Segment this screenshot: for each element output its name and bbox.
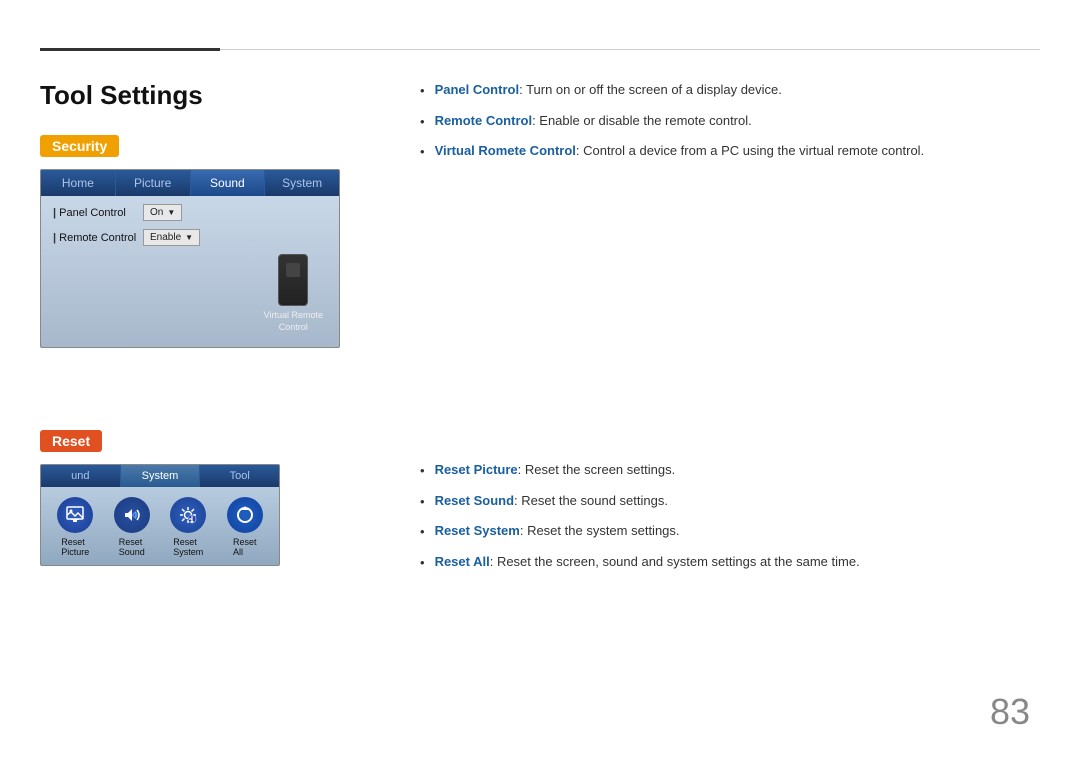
bullet-reset-sound-text: Reset Sound: Reset the sound settings. xyxy=(435,491,668,511)
virtual-remote-section: Virtual RemoteControl xyxy=(260,254,327,339)
bullet-virtual-remote-text: Virtual Romete Control: Control a device… xyxy=(435,141,925,161)
tv-reset-system[interactable]: ResetSystem xyxy=(170,497,206,557)
all-svg xyxy=(235,505,255,525)
reset-sound-link: Reset Sound xyxy=(435,493,514,508)
tv-nav-reset: und System Tool xyxy=(41,465,279,487)
tv-nav-picture[interactable]: Picture xyxy=(116,170,191,196)
bullet-reset-system-text: Reset System: Reset the system settings. xyxy=(435,521,680,541)
reset-all-label: ResetAll xyxy=(233,537,257,557)
right-reset-section: Reset Picture: Reset the screen settings… xyxy=(420,460,1040,582)
tv-nav-und[interactable]: und xyxy=(41,465,121,487)
top-line-dark xyxy=(40,48,220,51)
top-line-light xyxy=(220,49,1040,50)
remote-control-label: Remote Control xyxy=(53,232,143,244)
bullet-reset-all: Reset All: Reset the screen, sound and s… xyxy=(420,552,1040,573)
right-column-security: Panel Control: Turn on or off the screen… xyxy=(420,80,1040,172)
reset-picture-link: Reset Picture xyxy=(435,462,518,477)
tv-nav-system[interactable]: System xyxy=(121,465,201,487)
page-title: Tool Settings xyxy=(40,80,360,111)
remote-control-select[interactable]: Enable ▼ xyxy=(143,229,200,246)
bullet-reset-picture-text: Reset Picture: Reset the screen settings… xyxy=(435,460,676,480)
reset-system-link: Reset System xyxy=(435,523,520,538)
bullet-remote-control-text: Remote Control: Enable or disable the re… xyxy=(435,111,752,131)
bullet-reset-system: Reset System: Reset the system settings. xyxy=(420,521,1040,542)
tv-nav-system[interactable]: System xyxy=(265,170,339,196)
bullet-reset-all-text: Reset All: Reset the screen, sound and s… xyxy=(435,552,860,572)
tv-reset-all[interactable]: ResetAll xyxy=(227,497,263,557)
tv-reset-sound[interactable]: ResetSound xyxy=(114,497,150,557)
tv-row-panel-control: Panel Control On ▼ xyxy=(53,204,327,221)
reset-bullet-list: Reset Picture: Reset the screen settings… xyxy=(420,460,1040,572)
reset-system-icon xyxy=(170,497,206,533)
reset-system-label: ResetSystem xyxy=(173,537,203,557)
reset-sound-icon xyxy=(114,497,150,533)
virtual-remote-label: Virtual RemoteControl xyxy=(260,306,327,339)
remote-control-link: Remote Control xyxy=(435,113,533,128)
bullet-panel-control: Panel Control: Turn on or off the screen… xyxy=(420,80,1040,101)
left-reset-section: Reset und System Tool ResetPictur xyxy=(40,430,360,566)
security-tv-mockup: Home Picture Sound System Panel Control … xyxy=(40,169,340,348)
bullet-panel-control-text: Panel Control: Turn on or off the screen… xyxy=(435,80,782,100)
tv-content-security: Panel Control On ▼ Remote Control Enable… xyxy=(41,196,339,347)
reset-tv-mockup: und System Tool ResetPicture xyxy=(40,464,280,566)
tv-reset-picture[interactable]: ResetPicture xyxy=(57,497,93,557)
system-svg xyxy=(178,505,198,525)
tv-nav-security: Home Picture Sound System xyxy=(41,170,339,196)
panel-control-select[interactable]: On ▼ xyxy=(143,204,182,221)
security-badge: Security xyxy=(40,135,119,157)
panel-control-link: Panel Control xyxy=(435,82,520,97)
bullet-remote-control: Remote Control: Enable or disable the re… xyxy=(420,111,1040,132)
bullet-reset-picture: Reset Picture: Reset the screen settings… xyxy=(420,460,1040,481)
tv-nav-home[interactable]: Home xyxy=(41,170,116,196)
page-number: 83 xyxy=(990,691,1030,733)
tv-nav-sound[interactable]: Sound xyxy=(191,170,266,196)
panel-control-label: Panel Control xyxy=(53,207,143,219)
reset-picture-icon xyxy=(57,497,93,533)
left-column: Tool Settings Security Home Picture Soun… xyxy=(40,80,360,378)
tv-reset-content: ResetPicture ResetSound xyxy=(41,487,279,565)
remote-icon xyxy=(278,254,308,306)
picture-svg xyxy=(65,505,85,525)
remote-control-arrow: ▼ xyxy=(185,233,193,242)
top-decorative-lines xyxy=(40,48,1040,51)
tv-bottom-row: Virtual RemoteControl xyxy=(53,254,327,339)
reset-all-icon xyxy=(227,497,263,533)
tv-row-remote-control: Remote Control Enable ▼ xyxy=(53,229,327,246)
virtual-remote-link: Virtual Romete Control xyxy=(435,143,576,158)
reset-badge: Reset xyxy=(40,430,102,452)
security-bullet-list: Panel Control: Turn on or off the screen… xyxy=(420,80,1040,162)
reset-all-link: Reset All xyxy=(435,554,490,569)
tv-nav-tool[interactable]: Tool xyxy=(200,465,279,487)
panel-control-arrow: ▼ xyxy=(167,208,175,217)
reset-picture-label: ResetPicture xyxy=(61,537,89,557)
sound-svg xyxy=(122,505,142,525)
bullet-reset-sound: Reset Sound: Reset the sound settings. xyxy=(420,491,1040,512)
reset-sound-label: ResetSound xyxy=(119,537,145,557)
bullet-virtual-remote: Virtual Romete Control: Control a device… xyxy=(420,141,1040,162)
